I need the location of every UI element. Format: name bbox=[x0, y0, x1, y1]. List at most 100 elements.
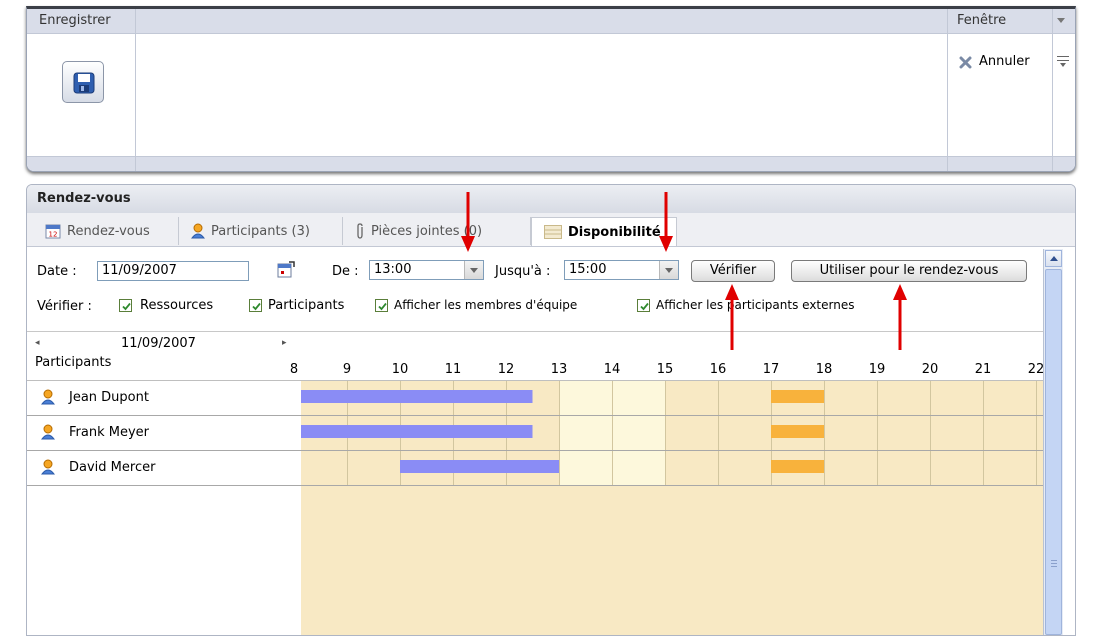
to-dropdown-button[interactable] bbox=[659, 261, 678, 279]
verify-label: Vérifier : bbox=[37, 299, 92, 314]
checkbox-box[interactable] bbox=[119, 299, 132, 312]
hour-label: 12 bbox=[497, 362, 515, 377]
chevron-down-icon bbox=[665, 268, 673, 273]
busy-bar bbox=[400, 460, 559, 473]
vertical-scrollbar[interactable] bbox=[1043, 249, 1063, 635]
annotation-arrow-up bbox=[893, 284, 907, 350]
resources-label: Ressources bbox=[140, 298, 214, 313]
hour-label: 13 bbox=[550, 362, 568, 377]
hour-label: 17 bbox=[762, 362, 780, 377]
schedule-icon bbox=[544, 225, 562, 239]
annotation-arrow-down bbox=[659, 192, 673, 252]
chevron-down-icon bbox=[470, 268, 478, 273]
from-time-value: 13:00 bbox=[374, 262, 412, 277]
hour-label: 9 bbox=[342, 362, 352, 377]
hour-label: 11 bbox=[444, 362, 462, 377]
tab-participants[interactable]: Participants (3) bbox=[179, 217, 343, 245]
hour-label: 14 bbox=[603, 362, 621, 377]
ribbon-footer bbox=[27, 156, 1075, 171]
from-dropdown-button[interactable] bbox=[464, 261, 483, 279]
date-label: Date : bbox=[37, 264, 77, 279]
checkmark-icon bbox=[252, 302, 261, 311]
availability-grid-svg bbox=[301, 381, 1037, 486]
to-time-value: 15:00 bbox=[569, 262, 607, 277]
person-icon bbox=[41, 389, 55, 405]
next-day-icon[interactable]: ▸ bbox=[282, 338, 287, 348]
ribbon-panel: Enregistrer Fenêtre Annuler bbox=[26, 6, 1076, 172]
participant-name[interactable]: Jean Dupont bbox=[69, 390, 149, 405]
from-label: De : bbox=[332, 264, 359, 279]
annotation-arrow-up bbox=[725, 284, 739, 350]
participant-name[interactable]: David Mercer bbox=[69, 460, 155, 475]
participant-name[interactable]: Frank Meyer bbox=[69, 425, 149, 440]
use-for-appointment-button[interactable]: Utiliser pour le rendez-vous bbox=[791, 260, 1027, 282]
paperclip-icon bbox=[357, 223, 363, 239]
save-button[interactable] bbox=[62, 61, 104, 103]
chevron-up-icon bbox=[1050, 256, 1058, 261]
availability-grid bbox=[301, 381, 1044, 635]
checkbox-box[interactable] bbox=[249, 299, 262, 312]
to-time-select[interactable]: 15:00 bbox=[564, 260, 679, 280]
hour-label: 18 bbox=[815, 362, 833, 377]
cancel-button[interactable]: Annuler bbox=[959, 54, 1030, 69]
tab-attachments[interactable]: Pièces jointes (0) bbox=[343, 217, 531, 245]
external-participants-checkbox[interactable]: Afficher les participants externes bbox=[637, 298, 854, 312]
tab-participants-label: Participants (3) bbox=[211, 223, 310, 239]
row-divider bbox=[27, 485, 1044, 486]
date-input[interactable]: 11/09/2007 bbox=[97, 261, 249, 281]
person-icon bbox=[191, 223, 205, 239]
team-members-label: Afficher les membres d'équipe bbox=[394, 298, 578, 312]
participants-column-header: Participants bbox=[35, 355, 112, 370]
floppy-disk-icon bbox=[73, 72, 95, 94]
ribbon-divider bbox=[1052, 9, 1053, 171]
person-icon bbox=[41, 424, 55, 440]
ribbon-expand-icon[interactable] bbox=[1057, 18, 1065, 23]
prev-day-icon[interactable]: ◂ bbox=[35, 338, 40, 348]
calendar-picker-icon[interactable] bbox=[277, 261, 295, 279]
cancel-icon bbox=[959, 56, 972, 68]
checkmark-icon bbox=[122, 302, 131, 311]
calendar-icon: 12 bbox=[45, 224, 61, 239]
ribbon-menu-icon[interactable] bbox=[1057, 53, 1069, 67]
hour-label: 8 bbox=[289, 362, 299, 377]
hour-label: 20 bbox=[921, 362, 939, 377]
hour-label: 15 bbox=[656, 362, 674, 377]
hour-label: 21 bbox=[974, 362, 992, 377]
busy-bar bbox=[301, 390, 533, 403]
tab-appointment-label: Rendez-vous bbox=[67, 223, 150, 239]
participants-checkbox[interactable]: Participants bbox=[249, 298, 344, 313]
to-label: Jusqu'à : bbox=[495, 264, 551, 279]
checkmark-icon bbox=[378, 302, 387, 310]
person-icon bbox=[41, 459, 55, 475]
busy-bar bbox=[301, 425, 533, 438]
participants-label: Participants bbox=[268, 298, 345, 313]
svg-text:12: 12 bbox=[49, 231, 58, 239]
checkbox-box[interactable] bbox=[637, 298, 650, 312]
tab-availability-label: Disponibilité bbox=[568, 224, 661, 240]
hour-label: 19 bbox=[868, 362, 886, 377]
ribbon-divider bbox=[947, 9, 948, 171]
scheduler-date: 11/09/2007 bbox=[121, 336, 196, 351]
row-divider bbox=[27, 450, 1044, 451]
hour-label: 10 bbox=[391, 362, 409, 377]
appointment-title-bar: Rendez-vous bbox=[27, 185, 1075, 214]
save-group-label: Enregistrer bbox=[39, 13, 111, 28]
from-time-select[interactable]: 13:00 bbox=[369, 260, 484, 280]
ribbon-divider bbox=[135, 9, 136, 171]
tab-appointment[interactable]: 12 Rendez-vous bbox=[33, 217, 179, 245]
tentative-bar bbox=[771, 425, 824, 438]
annotation-arrow-down bbox=[461, 192, 475, 252]
ribbon-header bbox=[27, 9, 1075, 34]
tentative-bar bbox=[771, 390, 824, 403]
scroll-thumb[interactable] bbox=[1045, 269, 1062, 635]
checkbox-box[interactable] bbox=[375, 298, 388, 312]
check-button[interactable]: Vérifier bbox=[691, 260, 775, 282]
checkmark-icon bbox=[640, 302, 649, 310]
resources-checkbox[interactable]: Ressources bbox=[119, 298, 213, 313]
external-participants-label: Afficher les participants externes bbox=[656, 298, 855, 312]
hour-label: 16 bbox=[709, 362, 727, 377]
scroll-up-button[interactable] bbox=[1045, 250, 1062, 267]
team-members-checkbox[interactable]: Afficher les membres d'équipe bbox=[375, 298, 577, 312]
window-group-label: Fenêtre bbox=[957, 13, 1007, 28]
tentative-bar bbox=[771, 460, 824, 473]
